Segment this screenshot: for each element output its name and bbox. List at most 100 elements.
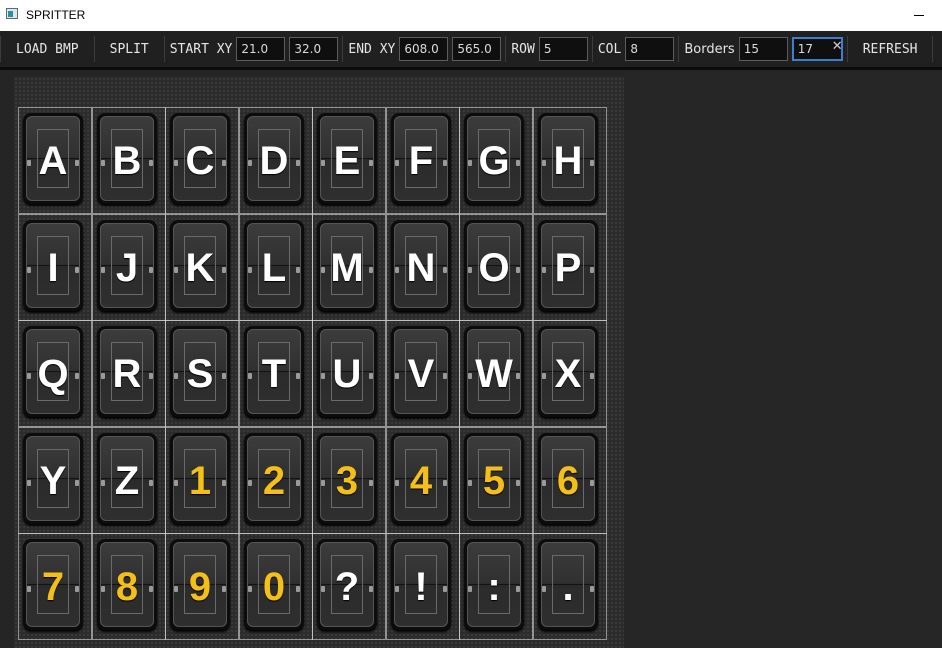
tile-glyph: : bbox=[487, 565, 501, 609]
close-x-icon[interactable]: ✕ bbox=[832, 39, 843, 54]
tile-glyph: 0 bbox=[262, 565, 286, 609]
tile-glyph: Q bbox=[37, 352, 69, 396]
tile-face: U bbox=[320, 329, 374, 414]
row-input[interactable] bbox=[538, 37, 588, 61]
sprite-cell[interactable]: N bbox=[386, 214, 460, 321]
sprite-cell[interactable]: W bbox=[459, 320, 533, 427]
start-x-input[interactable] bbox=[236, 37, 286, 61]
refresh-button[interactable]: REFRESH bbox=[848, 42, 933, 57]
start-xy-label: START XY bbox=[169, 41, 233, 57]
window-title: SPRITTER bbox=[26, 8, 86, 22]
sprite-cell[interactable]: J bbox=[92, 214, 166, 321]
flip-tile: K bbox=[170, 220, 230, 311]
tile-glyph: A bbox=[38, 139, 68, 183]
sprite-cell[interactable]: E bbox=[312, 107, 386, 214]
load-bmp-button[interactable]: LOAD BMP bbox=[1, 42, 94, 57]
sprite-cell[interactable]: B bbox=[92, 107, 166, 214]
sprite-cell[interactable]: X bbox=[533, 320, 607, 427]
tile-face: 3 bbox=[320, 436, 374, 521]
sprite-cell[interactable]: F bbox=[386, 107, 460, 214]
flip-tile: 5 bbox=[464, 433, 524, 524]
minimize-button[interactable] bbox=[896, 0, 942, 31]
sprite-cell[interactable]: 2 bbox=[239, 427, 313, 534]
tile-glyph: K bbox=[185, 246, 215, 290]
split-button[interactable]: SPLIT bbox=[95, 42, 164, 57]
sprite-cell[interactable]: U bbox=[312, 320, 386, 427]
tile-face: Z bbox=[100, 436, 154, 521]
sprite-cell[interactable]: 5 bbox=[459, 427, 533, 534]
tile-face: O bbox=[467, 223, 521, 308]
sprite-cell[interactable]: A bbox=[18, 107, 92, 214]
sprite-cell[interactable]: M bbox=[312, 214, 386, 321]
sprite-cell[interactable]: Y bbox=[18, 427, 92, 534]
sprite-cell[interactable]: P bbox=[533, 214, 607, 321]
sprite-cell[interactable]: . bbox=[533, 533, 607, 640]
tile-face: 1 bbox=[173, 436, 227, 521]
divider bbox=[505, 36, 507, 62]
sprite-cell[interactable]: 8 bbox=[92, 533, 166, 640]
divider bbox=[932, 36, 934, 62]
col-input[interactable] bbox=[625, 37, 675, 61]
end-x-input[interactable] bbox=[399, 37, 449, 61]
borders-label: Borders bbox=[684, 41, 735, 57]
tile-face: Q bbox=[26, 329, 80, 414]
end-y-input[interactable] bbox=[452, 37, 502, 61]
sprite-cell[interactable]: G bbox=[459, 107, 533, 214]
tile-glyph: U bbox=[332, 352, 362, 396]
border-a-input[interactable] bbox=[738, 37, 788, 61]
flip-tile: C bbox=[170, 113, 230, 204]
tile-face: I bbox=[26, 223, 80, 308]
sprite-cell[interactable]: ! bbox=[386, 533, 460, 640]
sprite-canvas[interactable]: A B C D E F G H I J K L M N O P Q R S T U V W X Y Z 1 2 3 4 5 6 7 8 9 0?!:. bbox=[14, 77, 624, 648]
app-icon bbox=[6, 8, 18, 19]
flip-tile: . bbox=[538, 539, 598, 630]
sprite-cell[interactable]: Q bbox=[18, 320, 92, 427]
sprite-cell[interactable]: ? bbox=[312, 533, 386, 640]
tile-glyph: 1 bbox=[188, 459, 212, 503]
sprite-cell[interactable]: 1 bbox=[165, 427, 239, 534]
flip-tile: U bbox=[317, 326, 377, 417]
sprite-cell[interactable]: D bbox=[239, 107, 313, 214]
tile-glyph: 5 bbox=[482, 459, 506, 503]
tile-face: N bbox=[394, 223, 448, 308]
start-y-input[interactable] bbox=[289, 37, 339, 61]
tile-glyph: ! bbox=[414, 565, 428, 609]
tile-glyph: M bbox=[330, 246, 364, 290]
tile-face: X bbox=[541, 329, 595, 414]
tile-glyph: Z bbox=[114, 459, 140, 503]
flip-tile: B bbox=[97, 113, 157, 204]
tile-face: B bbox=[100, 116, 154, 201]
sprite-cell[interactable]: 7 bbox=[18, 533, 92, 640]
sprite-cell[interactable]: 0 bbox=[239, 533, 313, 640]
tile-glyph: F bbox=[408, 139, 434, 183]
sprite-cell[interactable]: O bbox=[459, 214, 533, 321]
border-b-field[interactable]: ✕ bbox=[791, 37, 847, 61]
tile-glyph: S bbox=[186, 352, 214, 396]
tile-face: C bbox=[173, 116, 227, 201]
sprite-cell[interactable]: : bbox=[459, 533, 533, 640]
sprite-cell[interactable]: V bbox=[386, 320, 460, 427]
sprite-cell[interactable]: 6 bbox=[533, 427, 607, 534]
flip-tile: V bbox=[391, 326, 451, 417]
end-xy-label: END XY bbox=[348, 41, 396, 57]
tile-glyph: V bbox=[407, 352, 435, 396]
toolbar: LOAD BMP SPLIT START XY END XY ROW COL B… bbox=[0, 31, 942, 70]
sprite-cell[interactable]: Z bbox=[92, 427, 166, 534]
sprite-cell[interactable]: T bbox=[239, 320, 313, 427]
sprite-cell[interactable]: K bbox=[165, 214, 239, 321]
sprite-cell[interactable]: S bbox=[165, 320, 239, 427]
sprite-cell[interactable]: I bbox=[18, 214, 92, 321]
sprite-cell[interactable]: 4 bbox=[386, 427, 460, 534]
tile-face: 4 bbox=[394, 436, 448, 521]
row-label: ROW bbox=[511, 41, 535, 57]
sprite-cell[interactable]: R bbox=[92, 320, 166, 427]
sprite-cell[interactable]: L bbox=[239, 214, 313, 321]
flip-tile: Y bbox=[23, 433, 83, 524]
divider bbox=[591, 36, 593, 62]
sprite-cell[interactable]: C bbox=[165, 107, 239, 214]
sprite-cell[interactable]: 3 bbox=[312, 427, 386, 534]
tile-face: S bbox=[173, 329, 227, 414]
flip-tile: 7 bbox=[23, 539, 83, 630]
sprite-cell[interactable]: 9 bbox=[165, 533, 239, 640]
sprite-cell[interactable]: H bbox=[533, 107, 607, 214]
